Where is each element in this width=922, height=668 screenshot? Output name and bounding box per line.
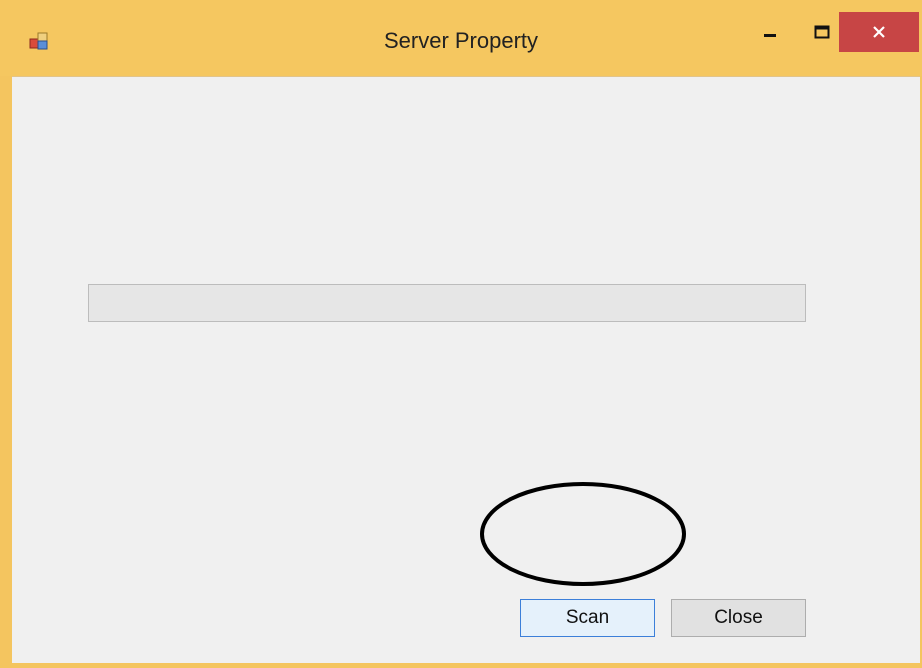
close-button[interactable]: Close bbox=[671, 599, 806, 637]
minimize-button[interactable] bbox=[744, 13, 796, 51]
scan-progress-bar bbox=[88, 284, 806, 322]
close-icon bbox=[873, 26, 885, 38]
dialog-content: Scan Close bbox=[12, 76, 920, 663]
minimize-icon bbox=[764, 34, 776, 37]
scan-button[interactable]: Scan bbox=[520, 599, 655, 637]
close-window-button[interactable] bbox=[839, 12, 919, 52]
server-property-window: Server Property Scan Close bbox=[0, 0, 922, 668]
title-bar[interactable]: Server Property bbox=[0, 0, 922, 76]
maximize-icon bbox=[814, 25, 830, 39]
